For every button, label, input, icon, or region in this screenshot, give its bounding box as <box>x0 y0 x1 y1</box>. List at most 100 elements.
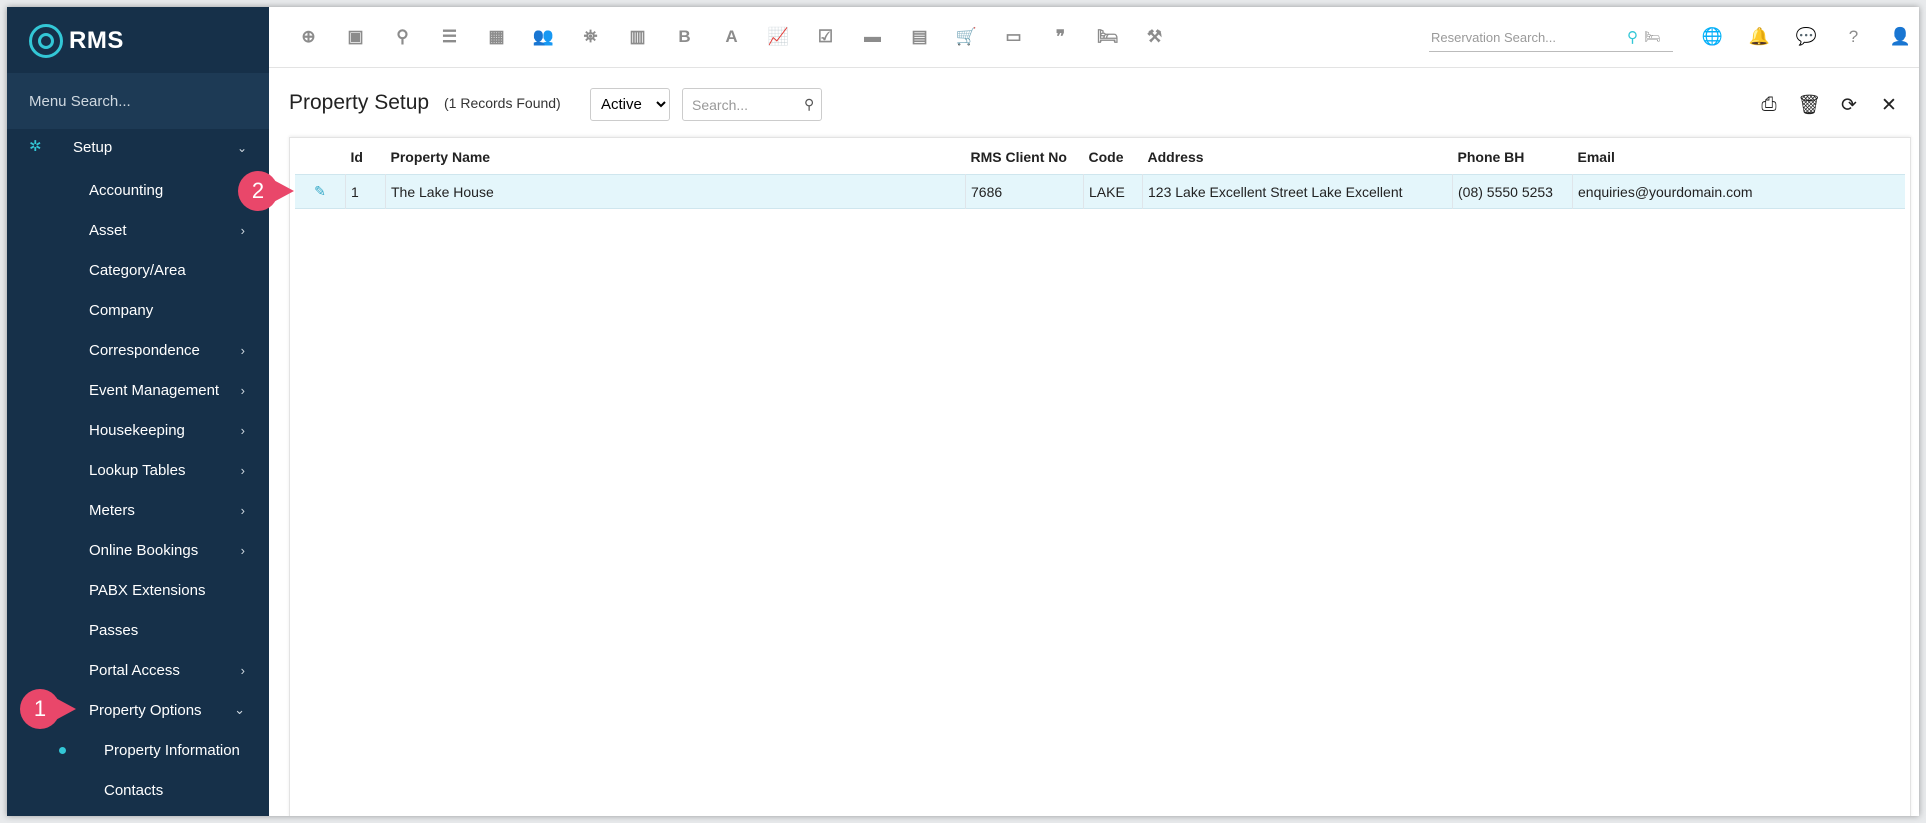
sidebar-item-label: Accounting <box>89 181 164 199</box>
menu-search <box>7 73 269 129</box>
bold-icon[interactable]: B <box>661 25 708 49</box>
sidebar-item-pabx-extensions[interactable]: PABX Extensions <box>7 570 269 610</box>
sidebar-item-label: Portal Access <box>89 661 180 679</box>
chevron-right-icon: › <box>240 502 245 518</box>
help-icon[interactable]: ? <box>1830 25 1877 49</box>
calendar-icon[interactable]: ▣ <box>332 25 379 49</box>
sidebar-item-category-area[interactable]: Category/Area <box>7 250 269 290</box>
sidebar-item-accounting[interactable]: Accounting <box>7 170 269 210</box>
sidebar-item-housekeeping[interactable]: Housekeeping › <box>7 410 269 450</box>
map-icon[interactable]: ▥ <box>614 25 661 49</box>
font-icon[interactable]: A <box>708 25 755 49</box>
checklist-icon[interactable]: ☑ <box>802 25 849 49</box>
cell-id: 1 <box>345 174 386 209</box>
chat-icon[interactable]: 💬 <box>1783 25 1830 49</box>
table-row[interactable]: ✎ 1 The Lake House 7686 LAKE 123 Lake Ex… <box>295 174 1905 209</box>
sliders-icon[interactable]: ☰ <box>426 25 473 49</box>
header-right-icons: 🌐 🔔 💬 ? 👤 <box>1689 25 1919 49</box>
search-icon[interactable]: ⚲ <box>379 25 426 49</box>
trash-icon[interactable]: 🗑 <box>1789 93 1829 117</box>
logo-text: RMS <box>69 27 124 54</box>
column-header-email[interactable]: Email <box>1573 140 1906 175</box>
bed-icon[interactable]: 🛏 <box>1084 25 1131 49</box>
hammer-icon[interactable]: ⚒ <box>1131 25 1178 49</box>
sidebar-item-label: Asset <box>89 221 127 239</box>
logo[interactable]: RMS <box>29 17 124 65</box>
status-filter-select[interactable]: Active <box>590 88 670 121</box>
report-icon[interactable]: ▤ <box>896 25 943 49</box>
sidebar-item-label: Passes <box>89 621 139 639</box>
search-icon[interactable]: ⚲ <box>804 96 814 113</box>
sidebar-item-label: Lookup Tables <box>89 461 186 479</box>
chevron-down-icon: ⌄ <box>236 141 247 155</box>
cell-address: 123 Lake Excellent Street Lake Excellent <box>1142 174 1453 209</box>
sidebar-item-correspondence[interactable]: Correspondence › <box>7 330 269 370</box>
cell-phone-bh: (08) 5550 5253 <box>1452 174 1573 209</box>
sidebar-item-label: Meters <box>89 501 135 519</box>
search-icon[interactable]: ⚲ <box>1627 28 1638 46</box>
bell-icon[interactable]: 🔔 <box>1736 25 1783 49</box>
sidebar-item-passes[interactable]: Passes <box>7 610 269 650</box>
sidebar-item-asset[interactable]: Asset › <box>7 210 269 250</box>
bed-icon[interactable]: 🛏 <box>1644 29 1661 45</box>
grid-search-input[interactable] <box>690 95 804 114</box>
records-found: (1 Records Found) <box>444 95 561 111</box>
id-card-icon[interactable]: ▬ <box>849 25 896 49</box>
line-chart-icon[interactable]: 📈 <box>755 25 802 49</box>
cell-code: LAKE <box>1083 174 1143 209</box>
grid-icon[interactable]: ▦ <box>473 25 520 49</box>
print-icon[interactable]: ⎙ <box>1749 93 1789 117</box>
reservation-search: ⚲ 🛏 <box>1429 23 1673 52</box>
column-header-rms-client-no[interactable]: RMS Client No <box>966 140 1084 175</box>
close-icon[interactable]: ✕ <box>1869 93 1909 117</box>
globe-icon[interactable]: 🌐 <box>1689 25 1736 49</box>
page-title: Property Setup <box>289 91 430 114</box>
menu-search-input[interactable] <box>7 73 259 129</box>
cell-rms-client-no: 7686 <box>965 174 1084 209</box>
rms-logo-icon <box>29 24 63 58</box>
users-icon[interactable]: 👥 <box>520 25 567 49</box>
column-header-address[interactable]: Address <box>1143 140 1453 175</box>
sidebar-item-label: Housekeeping <box>89 421 185 439</box>
callout-2: 2 <box>238 171 300 211</box>
ticket-icon[interactable]: ▭ <box>990 25 1037 49</box>
callout-1: 1 <box>20 689 82 729</box>
column-header-code[interactable]: Code <box>1084 140 1143 175</box>
toolbar-icons: ⊕ ▣ ⚲ ☰ ▦ 👥 ⛯ ▥ B A 📈 ☑ ▬ ▤ 🛒 ▭ ❞ 🛏 ⚒ <box>285 25 1178 49</box>
reservation-search-input[interactable] <box>1429 28 1623 46</box>
sidebar-item-company[interactable]: Company <box>7 290 269 330</box>
quote-icon[interactable]: ❞ <box>1037 25 1084 49</box>
sidebar-subitem-property-information[interactable]: Property Information <box>7 730 269 770</box>
property-table: Id Property Name RMS Client No Code Addr… <box>295 140 1905 209</box>
sidebar-item-label: Property Options <box>89 701 202 719</box>
sidebar-item-label: Event Management <box>89 381 220 399</box>
cell-email: enquiries@yourdomain.com <box>1572 174 1905 209</box>
chevron-right-icon: › <box>240 422 245 438</box>
refresh-icon[interactable]: ⟳ <box>1829 93 1869 117</box>
column-header-phone-bh[interactable]: Phone BH <box>1453 140 1573 175</box>
chevron-right-icon: › <box>240 222 245 238</box>
chevron-right-icon: › <box>240 462 245 478</box>
chevron-right-icon: › <box>240 662 245 678</box>
sidebar-item-label: PABX Extensions <box>89 581 206 599</box>
sidebar-item-online-bookings[interactable]: Online Bookings › <box>7 530 269 570</box>
property-grid: Id Property Name RMS Client No Code Addr… <box>289 137 1911 816</box>
column-header-id[interactable]: Id <box>346 140 386 175</box>
sidebar-item-label: Category/Area <box>89 261 186 279</box>
add-icon[interactable]: ⊕ <box>285 25 332 49</box>
cart-icon[interactable]: 🛒 <box>943 25 990 49</box>
column-header-property-name[interactable]: Property Name <box>386 140 966 175</box>
cell-property-name: The Lake House <box>385 174 966 209</box>
map-marker-icon[interactable]: ⛯ <box>567 25 614 49</box>
sidebar-item-portal-access[interactable]: Portal Access › <box>7 650 269 690</box>
sidebar-item-event-management[interactable]: Event Management › <box>7 370 269 410</box>
app-window: RMS ✲ Setup ⌄ Accounting Asset › Category… <box>7 7 1919 816</box>
sidebar-item-label: Online Bookings <box>89 541 199 559</box>
sidebar-item-lookup-tables[interactable]: Lookup Tables › <box>7 450 269 490</box>
sidebar-item-meters[interactable]: Meters › <box>7 490 269 530</box>
user-icon[interactable]: 👤 <box>1877 25 1919 49</box>
sidebar-item-label: Company <box>89 301 154 319</box>
sidebar-subitem-contacts[interactable]: Contacts <box>7 770 269 810</box>
sidebar-section-setup[interactable]: ✲ Setup ⌄ <box>7 129 269 167</box>
edit-row-button[interactable]: ✎ <box>295 175 346 209</box>
